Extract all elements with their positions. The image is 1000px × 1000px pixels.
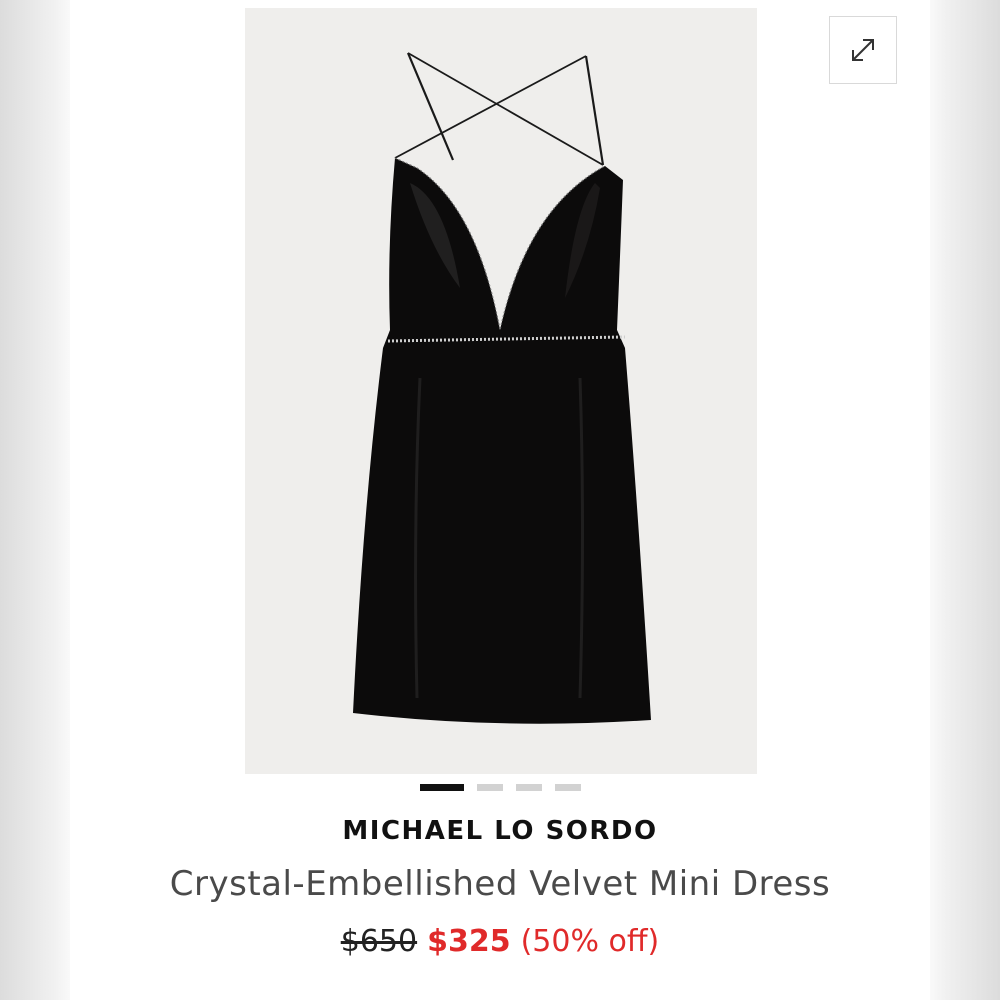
gallery-pagination (0, 784, 1000, 791)
gallery-dot-3[interactable] (515, 784, 542, 791)
price-row: $650 $325 (50% off) (0, 924, 1000, 959)
product-image[interactable] (245, 8, 757, 774)
dress-illustration (353, 52, 651, 724)
discount-label: (50% off) (520, 924, 660, 959)
expand-arrows-icon (852, 39, 874, 61)
product-title: Crystal-Embellished Velvet Mini Dress (169, 864, 831, 904)
brand-name[interactable]: MICHAEL LO SORDO (0, 816, 1000, 846)
sale-price: $325 (427, 924, 511, 959)
original-price: $650 (340, 924, 418, 959)
gallery-dot-1[interactable] (419, 784, 464, 791)
gallery-dot-4[interactable] (554, 784, 581, 791)
expand-image-button[interactable] (829, 16, 897, 84)
gallery-dot-2[interactable] (476, 784, 503, 791)
